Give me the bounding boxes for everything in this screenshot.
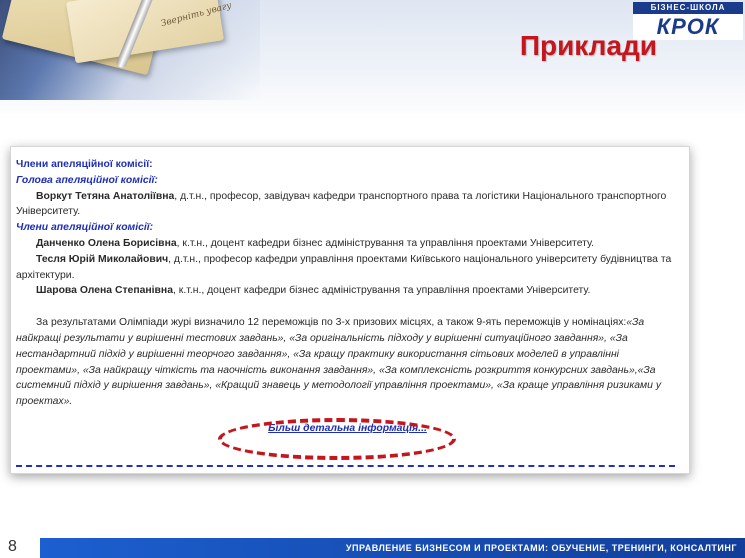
member-entry: Шарова Олена Степанівна, к.т.н., доцент … (16, 283, 679, 299)
member-desc: , к.т.н., доцент кафедри бізнес адмініст… (173, 285, 591, 297)
results-intro: За результатами Олімпіади журі визначило… (36, 317, 627, 329)
chair-name: Воркут Тетяна Анатоліївна (36, 190, 175, 202)
member-name: Тесля Юрій Миколайович (36, 253, 169, 265)
member-desc: , к.т.н., доцент кафедри бізнес адмініст… (176, 237, 595, 249)
member-entry: Тесля Юрій Миколайович, д.т.н., професор… (16, 252, 679, 284)
header-banner: Зверніть увагу БІЗНЕС-ШКОЛА КРОК Приклад… (0, 0, 745, 120)
logo-caption: БІЗНЕС-ШКОЛА (633, 2, 743, 14)
chair-entry: Воркут Тетяна Анатоліївна, д.т.н., профе… (16, 189, 679, 221)
members-heading: Члени апеляційної комісії: (16, 222, 154, 234)
dashed-divider (16, 465, 675, 467)
member-entry: Данченко Олена Борисівна, к.т.н., доцент… (16, 236, 679, 252)
document-text: Члени апеляційної комісії: Голова апеляц… (16, 157, 679, 437)
page-number: 8 (8, 538, 17, 555)
commission-heading: Члени апеляційної комісії: (16, 159, 153, 170)
highlight-ellipse (218, 418, 456, 460)
footer-bar: УПРАВЛЕНИЕ БИЗНЕСОМ И ПРОЕКТАМИ: ОБУЧЕНИ… (40, 538, 745, 558)
member-name: Шарова Олена Степанівна (36, 285, 173, 297)
member-name: Данченко Олена Борисівна (36, 237, 177, 249)
chair-heading: Голова апеляційної комісії: (16, 174, 158, 186)
slide-title: Приклади (519, 30, 657, 61)
results-paragraph: За результатами Олімпіади журі визначило… (16, 315, 679, 410)
nominations-list: «За найкращі результати у вирішенні тест… (16, 317, 662, 408)
